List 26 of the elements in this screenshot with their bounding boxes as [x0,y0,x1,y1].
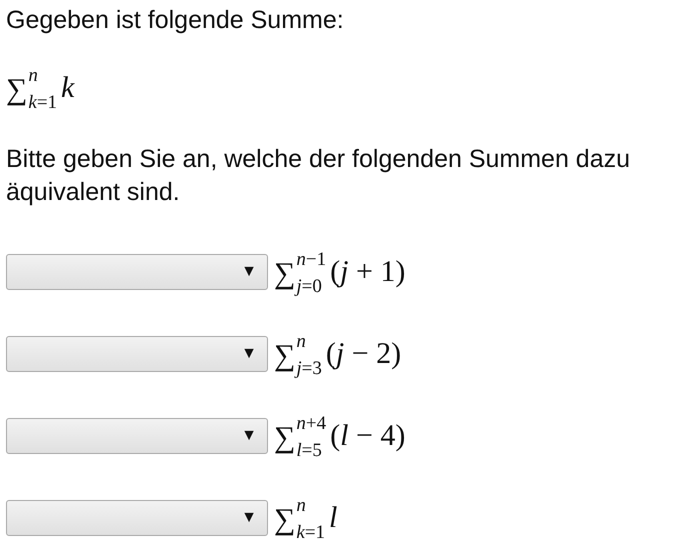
dropdown[interactable]: ▼ [6,254,268,290]
dropdown[interactable]: ▼ [6,500,268,536]
lower-limit: k=1 [28,93,58,112]
upper-limit: n [296,496,307,515]
sum-sign: ∑ [274,341,296,371]
sum-sign: ∑ [6,75,28,105]
summand: (j + 1) [330,257,406,287]
upper-limit: n+4 [296,414,326,433]
upper-limit: n−1 [296,250,326,269]
dropdown[interactable]: ▼ [6,418,268,454]
summand: (j − 2) [326,339,402,369]
lower-limit: j=0 [296,277,323,296]
summand: (l − 4) [330,421,406,451]
lower-limit: l=5 [296,441,323,460]
sum-sign: ∑ [274,259,296,289]
dropdown[interactable]: ▼ [6,336,268,372]
lower-limit: k=1 [296,523,326,542]
upper-limit: n [296,332,307,351]
lower-limit: j=3 [296,359,322,378]
question-text: Bitte geben Sie an, welche der folgenden Summen dazu äquivalent sind. [6,144,632,208]
sum-sign: ∑ [274,505,296,535]
intro-text: Gegeben ist folgende Summe: [6,5,345,36]
sum-sign: ∑ [274,423,296,453]
summand: k [61,73,74,103]
upper-limit: n [28,66,39,85]
summand: l [329,503,338,533]
